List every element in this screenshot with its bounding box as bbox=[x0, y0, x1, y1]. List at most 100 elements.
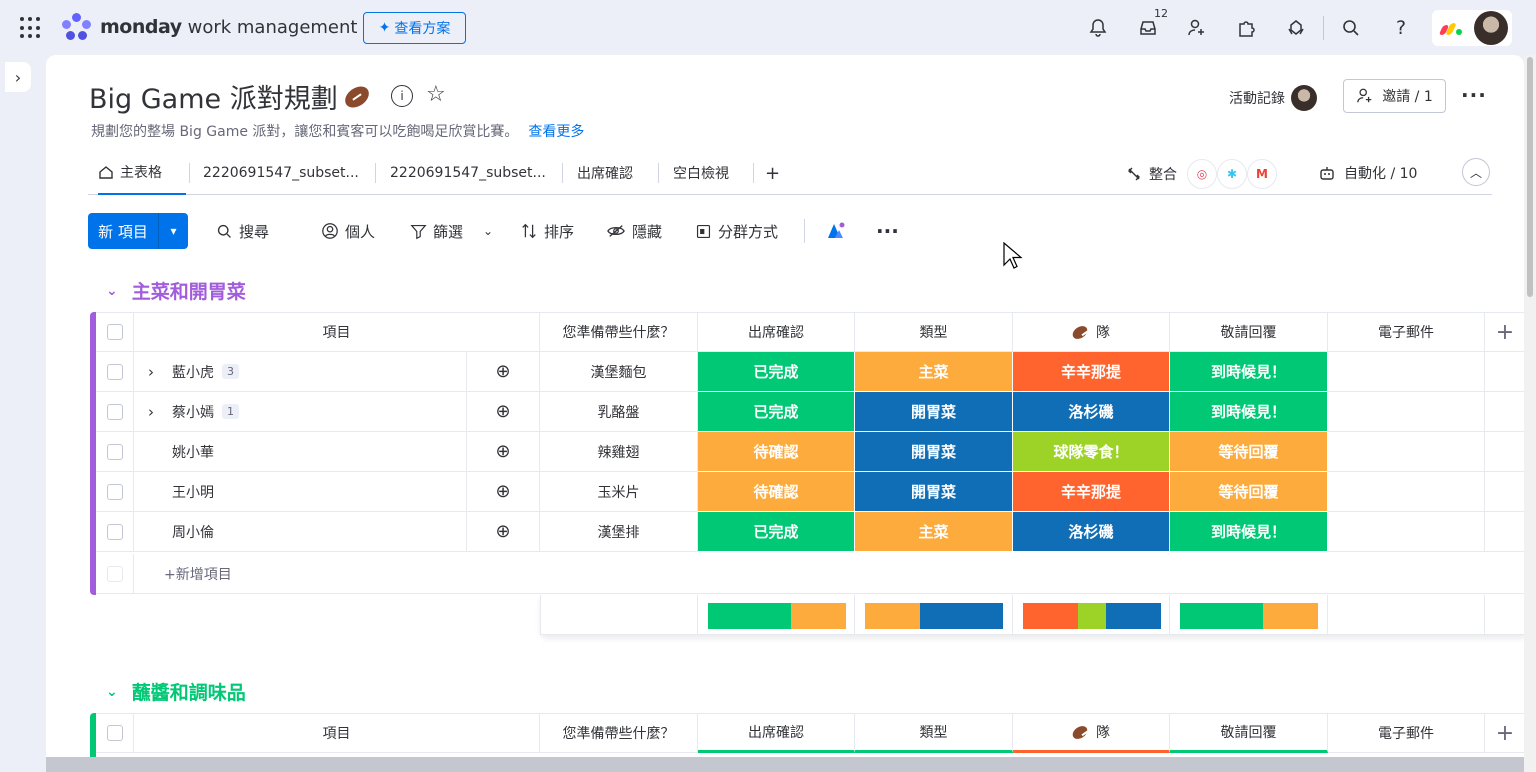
status-rsvp[interactable]: 已完成 bbox=[698, 392, 855, 432]
status-reply[interactable]: 等待回覆 bbox=[1170, 472, 1328, 512]
chevron-right-icon[interactable]: › bbox=[148, 403, 154, 421]
new-item-button[interactable]: 新 項目 ▾ bbox=[88, 213, 188, 249]
item-name-cell[interactable]: › 藍小虎 3 bbox=[134, 352, 467, 392]
row-checkbox[interactable] bbox=[96, 512, 134, 552]
bring-cell[interactable]: 漢堡排 bbox=[540, 512, 698, 552]
account-switcher[interactable] bbox=[1432, 10, 1512, 46]
item-name-cell[interactable]: 王小明 bbox=[134, 472, 467, 512]
row-checkbox[interactable] bbox=[96, 352, 134, 392]
select-all-checkbox[interactable] bbox=[96, 312, 134, 352]
vertical-scrollbar[interactable] bbox=[1524, 55, 1536, 772]
row-checkbox[interactable] bbox=[96, 472, 134, 512]
status-rsvp[interactable]: 待確認 bbox=[698, 432, 855, 472]
status-type[interactable]: 主菜 bbox=[855, 512, 1013, 552]
chevron-down-icon[interactable]: ▾ bbox=[158, 213, 188, 249]
puzzle-icon[interactable] bbox=[1234, 16, 1258, 40]
bell-icon[interactable] bbox=[1086, 16, 1110, 40]
column-header-team[interactable]: 隊 bbox=[1013, 312, 1170, 352]
item-name-cell[interactable]: 姚小華 bbox=[134, 432, 467, 472]
marketplace-icon[interactable] bbox=[1284, 16, 1308, 40]
column-header-bring[interactable]: 您準備帶些什麼？ bbox=[540, 713, 698, 753]
add-item-input[interactable]: +新增項目 bbox=[134, 554, 1524, 594]
add-update-button[interactable]: ⊕ bbox=[467, 392, 540, 432]
status-reply[interactable]: 到時候見！ bbox=[1170, 392, 1328, 432]
column-header-type[interactable]: 類型 bbox=[855, 713, 1013, 753]
column-header-email[interactable]: 電子郵件 bbox=[1328, 312, 1485, 352]
chevron-down-icon[interactable]: ⌄ bbox=[106, 283, 118, 299]
hide-columns-button[interactable]: 隱藏 bbox=[606, 213, 662, 249]
email-cell[interactable] bbox=[1328, 432, 1485, 472]
status-team[interactable]: 球隊零食！ bbox=[1013, 432, 1170, 472]
group-header-dips[interactable]: ⌄ 蘸醬和調味品 bbox=[106, 678, 246, 705]
status-reply[interactable]: 等待回覆 bbox=[1170, 432, 1328, 472]
item-name-cell[interactable]: › 蔡小嫣 1 bbox=[134, 392, 467, 432]
see-plans-button[interactable]: ✦ 查看方案 bbox=[363, 12, 466, 44]
info-icon[interactable]: i bbox=[391, 85, 413, 107]
tab-main-table[interactable]: 主表格 bbox=[98, 151, 186, 195]
board-title[interactable]: Big Game 派對規劃 bbox=[89, 77, 373, 116]
bring-cell[interactable]: 乳酪盤 bbox=[540, 392, 698, 432]
status-team[interactable]: 洛杉磯 bbox=[1013, 392, 1170, 432]
column-header-item[interactable]: 項目 bbox=[134, 713, 540, 753]
group-header-mains[interactable]: ⌄ 主菜和開胃菜 bbox=[106, 277, 246, 304]
email-cell[interactable] bbox=[1328, 472, 1485, 512]
status-reply[interactable]: 到時候見！ bbox=[1170, 512, 1328, 552]
column-header-reply[interactable]: 敬請回覆 bbox=[1170, 312, 1328, 352]
chevron-down-icon[interactable]: ⌄ bbox=[106, 684, 118, 700]
filter-button[interactable]: 篩選 ⌄ bbox=[410, 213, 493, 249]
status-team[interactable]: 辛辛那提 bbox=[1013, 472, 1170, 512]
board-menu-icon[interactable]: ··· bbox=[1461, 83, 1487, 107]
row-checkbox[interactable] bbox=[96, 432, 134, 472]
status-team[interactable]: 洛杉磯 bbox=[1013, 512, 1170, 552]
add-update-button[interactable]: ⊕ bbox=[467, 512, 540, 552]
bring-cell[interactable]: 辣雞翅 bbox=[540, 432, 698, 472]
collapse-header-button[interactable]: ︿ bbox=[1462, 158, 1490, 186]
status-type[interactable]: 開胃菜 bbox=[855, 472, 1013, 512]
column-header-email[interactable]: 電子郵件 bbox=[1328, 713, 1485, 753]
status-rsvp[interactable]: 已完成 bbox=[698, 352, 855, 392]
tab-subset-2[interactable]: 2220691547_subset... bbox=[390, 151, 546, 195]
ai-assistant-button[interactable] bbox=[825, 213, 847, 249]
see-more-link[interactable]: 查看更多 bbox=[528, 124, 584, 140]
status-rsvp[interactable]: 已完成 bbox=[698, 512, 855, 552]
tab-blank-view[interactable]: 空白檢視 bbox=[673, 151, 729, 195]
more-options-icon[interactable]: ··· bbox=[876, 213, 899, 249]
tab-rsvp[interactable]: 出席確認 bbox=[577, 151, 633, 195]
monday-logo[interactable]: monday work management bbox=[62, 13, 357, 41]
summary-reply[interactable] bbox=[1170, 595, 1328, 635]
person-filter-button[interactable]: 個人 bbox=[321, 213, 375, 249]
chevron-right-icon[interactable]: › bbox=[148, 363, 154, 381]
email-cell[interactable] bbox=[1328, 352, 1485, 392]
status-type[interactable]: 主菜 bbox=[855, 352, 1013, 392]
invite-member-icon[interactable] bbox=[1185, 16, 1209, 40]
invite-button[interactable]: 邀請 / 1 bbox=[1343, 79, 1446, 113]
select-all-checkbox[interactable] bbox=[96, 713, 134, 753]
status-type[interactable]: 開胃菜 bbox=[855, 432, 1013, 472]
integrate-button[interactable]: 整合 ◎ ✱ M bbox=[1125, 159, 1277, 189]
help-icon[interactable]: ? bbox=[1389, 16, 1413, 40]
search-button[interactable]: 搜尋 bbox=[216, 213, 269, 249]
bring-cell[interactable]: 漢堡麵包 bbox=[540, 352, 698, 392]
column-header-team[interactable]: 隊 bbox=[1013, 713, 1170, 753]
apps-grid-icon[interactable] bbox=[20, 17, 42, 39]
horizontal-scrollbar[interactable] bbox=[46, 757, 1524, 772]
activity-log-button[interactable]: 活動記錄 bbox=[1229, 85, 1317, 111]
group-by-button[interactable]: 分群方式 bbox=[695, 213, 778, 249]
add-column-button[interactable]: + bbox=[1485, 312, 1524, 352]
column-header-item[interactable]: 項目 bbox=[134, 312, 540, 352]
status-rsvp[interactable]: 待確認 bbox=[698, 472, 855, 512]
column-header-type[interactable]: 類型 bbox=[855, 312, 1013, 352]
add-update-button[interactable]: ⊕ bbox=[467, 352, 540, 392]
automate-button[interactable]: 自動化 / 10 bbox=[1318, 163, 1417, 183]
star-icon[interactable]: ☆ bbox=[426, 82, 446, 107]
row-checkbox[interactable] bbox=[96, 392, 134, 432]
status-team[interactable]: 辛辛那提 bbox=[1013, 352, 1170, 392]
column-header-rsvp[interactable]: 出席確認 bbox=[698, 713, 855, 753]
status-type[interactable]: 開胃菜 bbox=[855, 392, 1013, 432]
bring-cell[interactable]: 玉米片 bbox=[540, 472, 698, 512]
add-update-button[interactable]: ⊕ bbox=[467, 472, 540, 512]
add-update-button[interactable]: ⊕ bbox=[467, 432, 540, 472]
column-header-reply[interactable]: 敬請回覆 bbox=[1170, 713, 1328, 753]
email-cell[interactable] bbox=[1328, 512, 1485, 552]
summary-rsvp[interactable] bbox=[698, 595, 855, 635]
